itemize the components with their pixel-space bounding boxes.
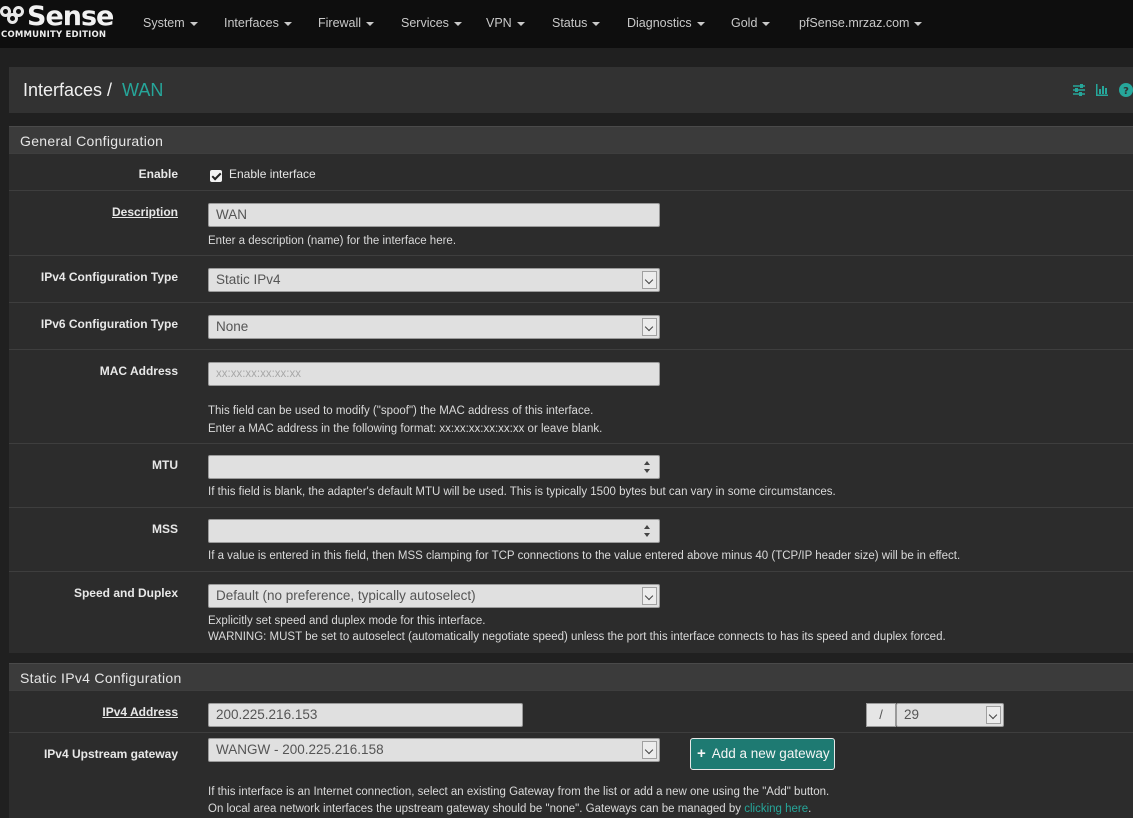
chevron-down-icon [642,271,657,289]
ipv4-gateway-label: IPv4 Upstream gateway [43,747,178,761]
caret-down-icon [283,21,292,26]
nav-diagnostics-menu[interactable]: Diagnostics [627,16,705,30]
caret-down-icon [516,21,525,26]
nav-firewall-menu[interactable]: Firewall [318,16,375,30]
ipv4-type-select[interactable]: Static IPv4 [208,268,660,292]
add-gateway-button[interactable]: + Add a new gateway [690,738,835,770]
chevron-down-icon [642,587,657,605]
mss-input[interactable] [208,519,660,543]
nav-interfaces-menu[interactable]: Interfaces [224,16,292,30]
gateway-help: If this interface is an Internet connect… [208,786,830,798]
nav-hostname-menu[interactable]: pfSense.mrzaz.com [799,16,923,30]
ipv6-type-row: IPv6 Configuration Type None [9,302,1133,349]
caret-down-icon [592,21,601,26]
ipv4-gateway-select[interactable]: WANGW - 200.225.216.158 [208,738,660,762]
mtu-input[interactable] [208,455,660,479]
enable-checkbox-label[interactable]: Enable interface [229,167,316,181]
breadcrumb: Interfaces / WAN ? [9,67,1133,113]
spinner-icon[interactable] [642,459,653,475]
mac-label: MAC Address [99,364,178,378]
speed-duplex-warning: WARNING: MUST be set to autoselect (auto… [208,631,946,643]
mac-input[interactable]: xx:xx:xx:xx:xx:xx [208,362,660,386]
mss-row: MSS If a value is entered in this field,… [9,507,1133,571]
nav-status-menu[interactable]: Status [552,16,601,30]
caret-down-icon [453,21,462,26]
enable-label: Enable [138,167,178,181]
chevron-down-icon [986,706,1001,724]
spinner-icon[interactable] [642,523,653,539]
nav-system-menu[interactable]: System [143,16,198,30]
manage-gateways-link[interactable]: clicking here [744,803,808,815]
mac-help-format: Enter a MAC address in the following for… [208,423,603,435]
ipv4-address-label[interactable]: IPv4 Address [102,705,178,719]
caret-down-icon [696,21,705,26]
logo-text: Sense [27,1,114,32]
description-label[interactable]: Description [112,205,178,219]
caret-down-icon [914,21,923,26]
caret-down-icon [762,21,771,26]
description-help: Enter a description (name) for the inter… [208,235,457,247]
logo-icon [0,4,26,30]
help-icon[interactable]: ? [1119,83,1133,97]
sliders-icon[interactable] [1072,83,1086,97]
enable-checkbox[interactable] [210,170,222,182]
breadcrumb-current[interactable]: WAN [122,80,163,101]
speed-duplex-help: Explicitly set speed and duplex mode for… [208,615,486,627]
gateway-help-manage: On local area network interfaces the ups… [208,803,812,815]
subnet-mask-select[interactable]: 29 [896,703,1004,727]
ipv6-type-label: IPv6 Configuration Type [40,317,178,331]
mss-label: MSS [151,522,178,536]
mtu-help: If this field is blank, the adapter's de… [208,486,836,498]
description-input[interactable]: WAN [208,203,660,227]
chevron-down-icon [642,318,657,336]
nav-gold-menu[interactable]: Gold [731,16,771,30]
mac-row: MAC Address xx:xx:xx:xx:xx:xx This field… [9,349,1133,443]
cidr-slash: / [866,703,896,727]
static-ipv4-header: Static IPv4 Configuration [9,663,1133,690]
breadcrumb-parent[interactable]: Interfaces / [23,80,112,101]
ipv4-address-row: IPv4 Address 200.225.216.153 / 29 [9,690,1133,732]
general-config-header: General Configuration [9,126,1133,153]
plus-icon: + [697,745,706,762]
svg-text:?: ? [1123,86,1129,97]
top-navbar: Sense COMMUNITY EDITION System Interface… [0,0,1133,48]
speed-duplex-select[interactable]: Default (no preference, typically autose… [208,584,660,608]
panel-title: General Configuration [20,133,164,149]
bar-chart-icon[interactable] [1095,83,1109,97]
nav-services-menu[interactable]: Services [401,16,462,30]
caret-down-icon [366,21,375,26]
ipv4-type-label: IPv4 Configuration Type [40,270,178,284]
pfsense-logo[interactable]: Sense COMMUNITY EDITION [0,0,115,46]
speed-duplex-label: Speed and Duplex [73,586,178,600]
mss-help: If a value is entered in this field, the… [208,550,961,562]
ipv4-type-row: IPv4 Configuration Type Static IPv4 [9,255,1133,302]
ipv6-type-select[interactable]: None [208,315,660,339]
mac-help: This field can be used to modify ("spoof… [208,405,594,417]
speed-duplex-row: Speed and Duplex Default (no preference,… [9,571,1133,653]
chevron-down-icon [642,741,657,759]
nav-vpn-menu[interactable]: VPN [486,16,525,30]
mtu-label: MTU [152,458,178,472]
enable-row: Enable Enable interface [9,153,1133,190]
description-row: Description WAN Enter a description (nam… [9,190,1133,255]
ipv4-gateway-row: IPv4 Upstream gateway WANGW - 200.225.21… [9,732,1133,818]
mtu-row: MTU If this field is blank, the adapter'… [9,443,1133,507]
logo-edition: COMMUNITY EDITION [1,30,107,40]
ipv4-address-input[interactable]: 200.225.216.153 [208,703,523,727]
caret-down-icon [189,21,198,26]
panel-title: Static IPv4 Configuration [20,670,182,686]
